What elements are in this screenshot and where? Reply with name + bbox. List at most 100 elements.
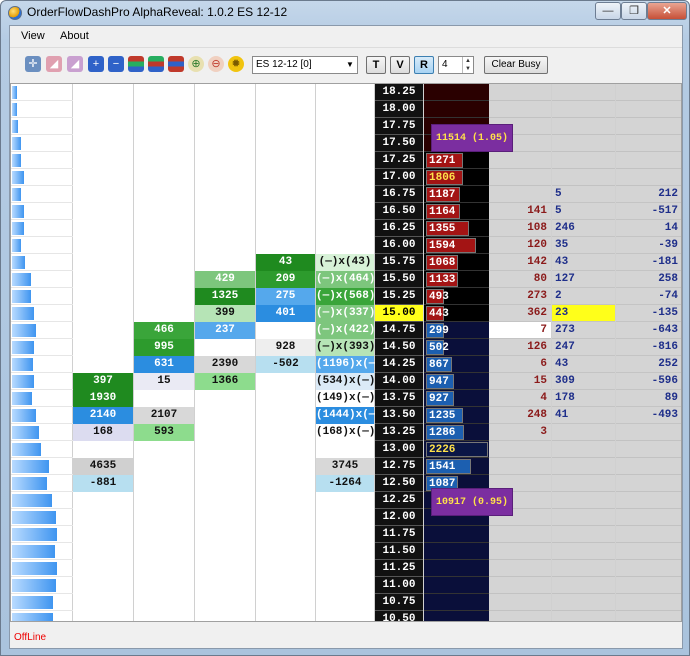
volume-bar: 947 [426,374,454,389]
volume-bar: 2226 [426,442,488,457]
volume-row-bg [424,543,489,560]
trade-cell: -502 [256,356,315,373]
volume-profile-bar [12,239,21,252]
volume-profile-bar [12,103,17,116]
volume-bar: 1271 [426,153,463,168]
volume-bar: 1133 [426,272,458,287]
bid-ask-value-b: 309 [552,373,615,390]
delta-value: 14 [616,220,681,237]
menu-about[interactable]: About [60,30,89,42]
row-separator [11,593,73,594]
menu-view[interactable]: View [21,30,45,42]
trade-cell: 631 [134,356,194,373]
row-separator [11,287,73,288]
price-level: 16.50 [375,203,423,220]
grid-line [616,525,681,526]
volume-profile-bar [12,358,33,371]
eraser-alt-icon[interactable]: ◢ [67,56,83,72]
volume-bar: 299 [426,323,449,338]
mode-v-button[interactable]: V [390,56,410,74]
price-level: 12.75 [375,458,423,475]
volume-profile-bar [12,528,57,541]
last-price-highlight: 15.00 [375,305,423,322]
row-separator [11,270,73,271]
row-separator [11,168,73,169]
trade-cell: (168)x(—) [316,424,375,441]
trade-cell: 401 [256,305,315,322]
row-separator [11,338,73,339]
price-level: 11.25 [375,560,423,577]
price-level: 17.25 [375,152,423,169]
symbol-value: ES 12-12 [0] [256,59,312,70]
symbol-select[interactable]: ES 12-12 [0] ▼ [252,56,358,74]
price-level: 14.00 [375,373,423,390]
chart-bars-alt-icon[interactable] [148,56,164,72]
trade-cell: 168 [73,424,133,441]
price-level: 16.25 [375,220,423,237]
bid-ask-value-b: 273 [552,322,615,339]
mode-t-button[interactable]: T [366,56,386,74]
grid-line [616,117,681,118]
spin-arrows-icon[interactable]: ▲ ▼ [462,57,473,73]
grid-line [489,474,551,475]
trade-cell: 593 [134,424,194,441]
row-separator [11,559,73,560]
chevron-down-icon[interactable]: ▼ [343,57,357,73]
bid-ask-value-a: 7 [489,322,551,339]
chart-bars-red-icon[interactable] [168,56,184,72]
remove-icon[interactable]: − [108,56,124,72]
title-bar[interactable]: OrderFlowDashPro AlphaReveal: 1.0.2 ES 1… [1,1,689,25]
settings-gear-icon[interactable]: ✹ [228,56,244,72]
price-level: 11.50 [375,543,423,560]
grid-line [616,457,681,458]
price-level: 17.00 [375,169,423,186]
volume-profile-bar [12,511,56,524]
bid-ask-value-a: 362 [489,305,551,322]
crosshair-icon[interactable]: ✛ [25,56,41,72]
minimize-button[interactable]: — [595,2,621,20]
price-level: 14.50 [375,339,423,356]
volume-profile-bar [12,222,24,235]
price-level: 10.75 [375,594,423,611]
volume-profile-bar [12,596,53,609]
maximize-button[interactable]: ❐ [621,2,647,20]
price-level: 12.25 [375,492,423,509]
ticks-stepper[interactable]: 4 ▲ ▼ [438,56,474,74]
zoom-in-icon[interactable]: ⊕ [188,56,204,72]
volume-profile-bar [12,86,17,99]
volume-row-bg [424,526,489,543]
app-window: OrderFlowDashPro AlphaReveal: 1.0.2 ES 1… [0,0,690,656]
trade-cell: (534)x(—) [316,373,375,390]
bid-ask-value-a: 15 [489,373,551,390]
grid-line [489,525,551,526]
grid-line [552,542,615,543]
volume-profile-bar [12,205,24,218]
trade-column-3: 429 1325 399 237 2390 1366 [195,84,256,621]
add-icon[interactable]: + [88,56,104,72]
price-level: 12.50 [375,475,423,492]
clear-busy-button[interactable]: Clear Busy [484,56,548,74]
bid-ask-value-b: 2 [552,288,615,305]
chart-bars-icon[interactable] [128,56,144,72]
row-separator [11,355,73,356]
price-level: 17.50 [375,135,423,152]
zoom-out-icon[interactable]: ⊖ [208,56,224,72]
eraser-icon[interactable]: ◢ [46,56,62,72]
close-button[interactable]: ✕ [647,2,687,20]
mode-r-button[interactable]: R [414,56,434,74]
row-separator [11,151,73,152]
bid-ask-value-a: 141 [489,203,551,220]
grid-line [489,100,551,101]
bid-ask-value-a: 108 [489,220,551,237]
trade-cell: (—)x(43) [316,254,374,271]
price-level: 17.75 [375,118,423,135]
trade-column-1: 397 1930 2140 168 4635 -881 [73,84,134,621]
grid-line [616,491,681,492]
bid-ask-value-a: 3 [489,424,551,441]
grid-line [489,559,551,560]
row-separator [11,185,73,186]
bid-ask-value-a: 126 [489,339,551,356]
trade-column-4: 43 209 275 401 928 -502 [256,84,316,621]
volume-profile-bar [12,579,56,592]
grid-line [552,151,615,152]
